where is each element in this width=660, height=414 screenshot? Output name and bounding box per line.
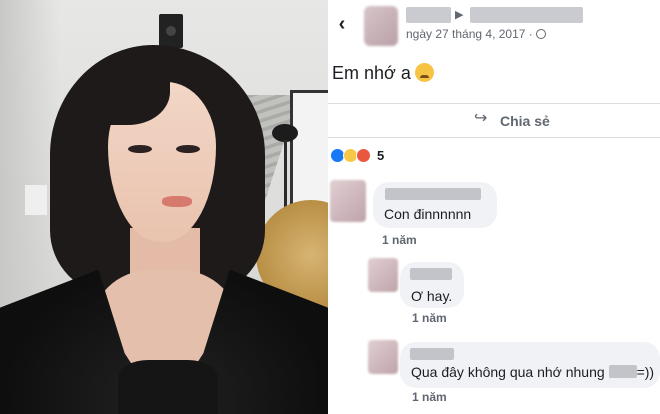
post-header: ‹ ▶ ngày 27 tháng 4, 2017 ·	[328, 0, 660, 56]
floor-box	[25, 185, 47, 215]
right-triangle-icon: ▶	[455, 9, 464, 21]
reply-avatar[interactable]	[368, 258, 398, 292]
crying-face-icon	[414, 63, 434, 82]
reply-text-after: =))	[636, 364, 655, 380]
chevron-left-icon[interactable]: ‹	[334, 13, 350, 35]
right-eye	[176, 145, 200, 153]
reply-time: 1 năm	[412, 311, 447, 325]
comment-text: Con đinnnnnn	[384, 206, 472, 222]
commenter-name-blurred[interactable]	[385, 188, 481, 200]
facebook-post: ‹ ▶ ngày 27 tháng 4, 2017 · Em nhớ a ↪ C…	[328, 0, 660, 414]
blurred-word	[608, 365, 637, 378]
author-name-blurred[interactable]	[406, 7, 451, 23]
comment-bubble: Con đinnnnnn	[373, 182, 497, 228]
replier-name-blurred[interactable]	[410, 348, 454, 360]
reply-text: Ơ hay.	[411, 288, 453, 304]
lips	[162, 196, 192, 207]
post-text-content: Em nhớ a	[332, 63, 411, 83]
reply-bubble: Ơ hay.	[400, 262, 464, 308]
divider	[328, 137, 660, 138]
reply-avatar[interactable]	[368, 340, 398, 374]
reply-text: Qua đây không qua nhớ nhung =))	[411, 364, 654, 380]
post-timestamp[interactable]: ngày 27 tháng 4, 2017 ·	[406, 27, 533, 41]
share-arrow-icon: ↪	[474, 110, 488, 127]
selfie-photo	[0, 0, 328, 414]
wall-speaker	[159, 14, 183, 48]
reply-bubble: Qua đây không qua nhớ nhung =))	[400, 342, 660, 388]
author-avatar[interactable]	[364, 6, 398, 46]
black-top	[118, 360, 218, 414]
comment-time: 1 năm	[382, 233, 417, 247]
recipient-name-blurred[interactable]	[470, 7, 583, 23]
share-button[interactable]: ↪ Chia sẻ	[328, 104, 660, 136]
share-label: Chia sẻ	[500, 113, 550, 129]
globe-icon	[536, 29, 546, 39]
reply-time: 1 năm	[412, 390, 447, 404]
angry-reaction-icon	[356, 148, 371, 163]
left-eye	[128, 145, 152, 153]
reply-text-before: Qua đây không qua nhớ nhung	[411, 364, 605, 380]
commenter-avatar[interactable]	[330, 180, 366, 222]
replier-name-blurred[interactable]	[410, 268, 452, 280]
post-text: Em nhớ a	[332, 63, 434, 84]
reaction-count: 5	[377, 148, 385, 163]
